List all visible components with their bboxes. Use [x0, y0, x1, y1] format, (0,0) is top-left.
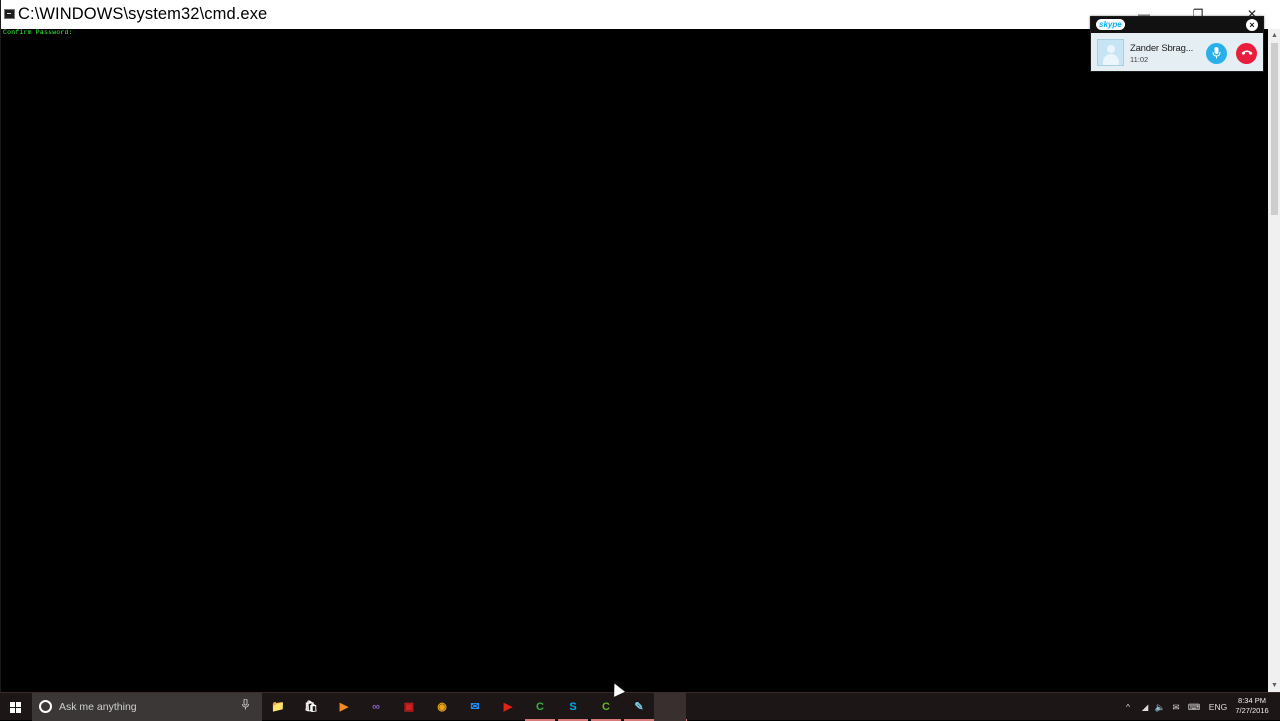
notepad-icon[interactable]: ✎: [629, 697, 649, 717]
keyboard-icon[interactable]: ⌨: [1186, 693, 1202, 721]
microphone-icon[interactable]: [1206, 43, 1227, 64]
scrollbar-thumb[interactable]: [1271, 43, 1278, 215]
media-player-icon[interactable]: ▶: [334, 697, 354, 717]
camtasia-recorder-icon[interactable]: C: [596, 697, 616, 717]
file-explorer-icon[interactable]: 📁: [268, 697, 288, 717]
skype-call-body: Zander Sbrag... 11:02: [1091, 33, 1263, 71]
camtasia-icon[interactable]: C: [530, 697, 550, 717]
skype-icon[interactable]: S: [563, 697, 583, 717]
console-output[interactable]: Confirm Password:: [2, 29, 1268, 692]
youtube-icon[interactable]: ▶: [498, 697, 518, 717]
scroll-down-arrow-icon[interactable]: ▼: [1268, 679, 1280, 692]
show-hidden-icons-chevron-icon[interactable]: ^: [1122, 693, 1134, 721]
microphone-icon[interactable]: [242, 698, 249, 713]
contact-name: Zander Sbrag...: [1130, 43, 1194, 54]
window-title: C:\WINDOWS\system32\cmd.exe: [18, 5, 268, 23]
mail-icon[interactable]: ✉: [465, 697, 485, 717]
windows-logo-icon: [10, 702, 21, 713]
clock-time: 8:34 PM: [1238, 696, 1266, 705]
phone-hangup-icon[interactable]: [1236, 43, 1257, 64]
store-icon[interactable]: 🛍: [301, 697, 321, 717]
skype-logo: skype: [1096, 19, 1125, 30]
chrome-icon[interactable]: ◉: [432, 697, 452, 717]
title-bar[interactable]: C:\WINDOWS\system32\cmd.exe — ❐ ✕: [1, 0, 1280, 29]
network-icon[interactable]: ◢: [1138, 693, 1152, 721]
skype-call-window: skype × Zander Sbrag... 11:02: [1090, 16, 1264, 72]
visual-studio-icon[interactable]: ∞: [366, 697, 386, 717]
input-language[interactable]: ENG: [1207, 693, 1229, 721]
call-duration: 11:02: [1130, 55, 1149, 64]
cortana-circle-icon: [39, 700, 52, 713]
start-button[interactable]: [0, 693, 32, 721]
cmd-window: C:\WINDOWS\system32\cmd.exe — ❐ ✕ Confir…: [0, 0, 1280, 692]
vertical-scrollbar[interactable]: ▲ ▼: [1268, 29, 1280, 692]
active-task-highlight: [654, 693, 686, 721]
skype-header[interactable]: skype ×: [1091, 17, 1263, 33]
red-app-icon[interactable]: ▣: [399, 697, 419, 717]
cortana-search-box[interactable]: Ask me anything: [32, 693, 262, 721]
skype-close-button[interactable]: ×: [1246, 19, 1258, 31]
action-center-icon[interactable]: ✉: [1169, 693, 1183, 721]
search-placeholder: Ask me anything: [59, 701, 137, 713]
console-line: Confirm Password:: [3, 29, 73, 36]
taskbar: Ask me anything 📁🛍▶∞▣◉✉▶CSC✎>_ ^ ◢ 🔈 ✉ ⌨…: [0, 692, 1280, 721]
system-clock[interactable]: 8:34 PM 7/27/2016: [1232, 696, 1272, 716]
contact-avatar: [1097, 39, 1124, 66]
volume-icon[interactable]: 🔈: [1153, 693, 1167, 721]
cmd-icon: [4, 9, 15, 19]
scroll-up-arrow-icon[interactable]: ▲: [1268, 29, 1280, 42]
clock-date: 7/27/2016: [1235, 706, 1269, 715]
